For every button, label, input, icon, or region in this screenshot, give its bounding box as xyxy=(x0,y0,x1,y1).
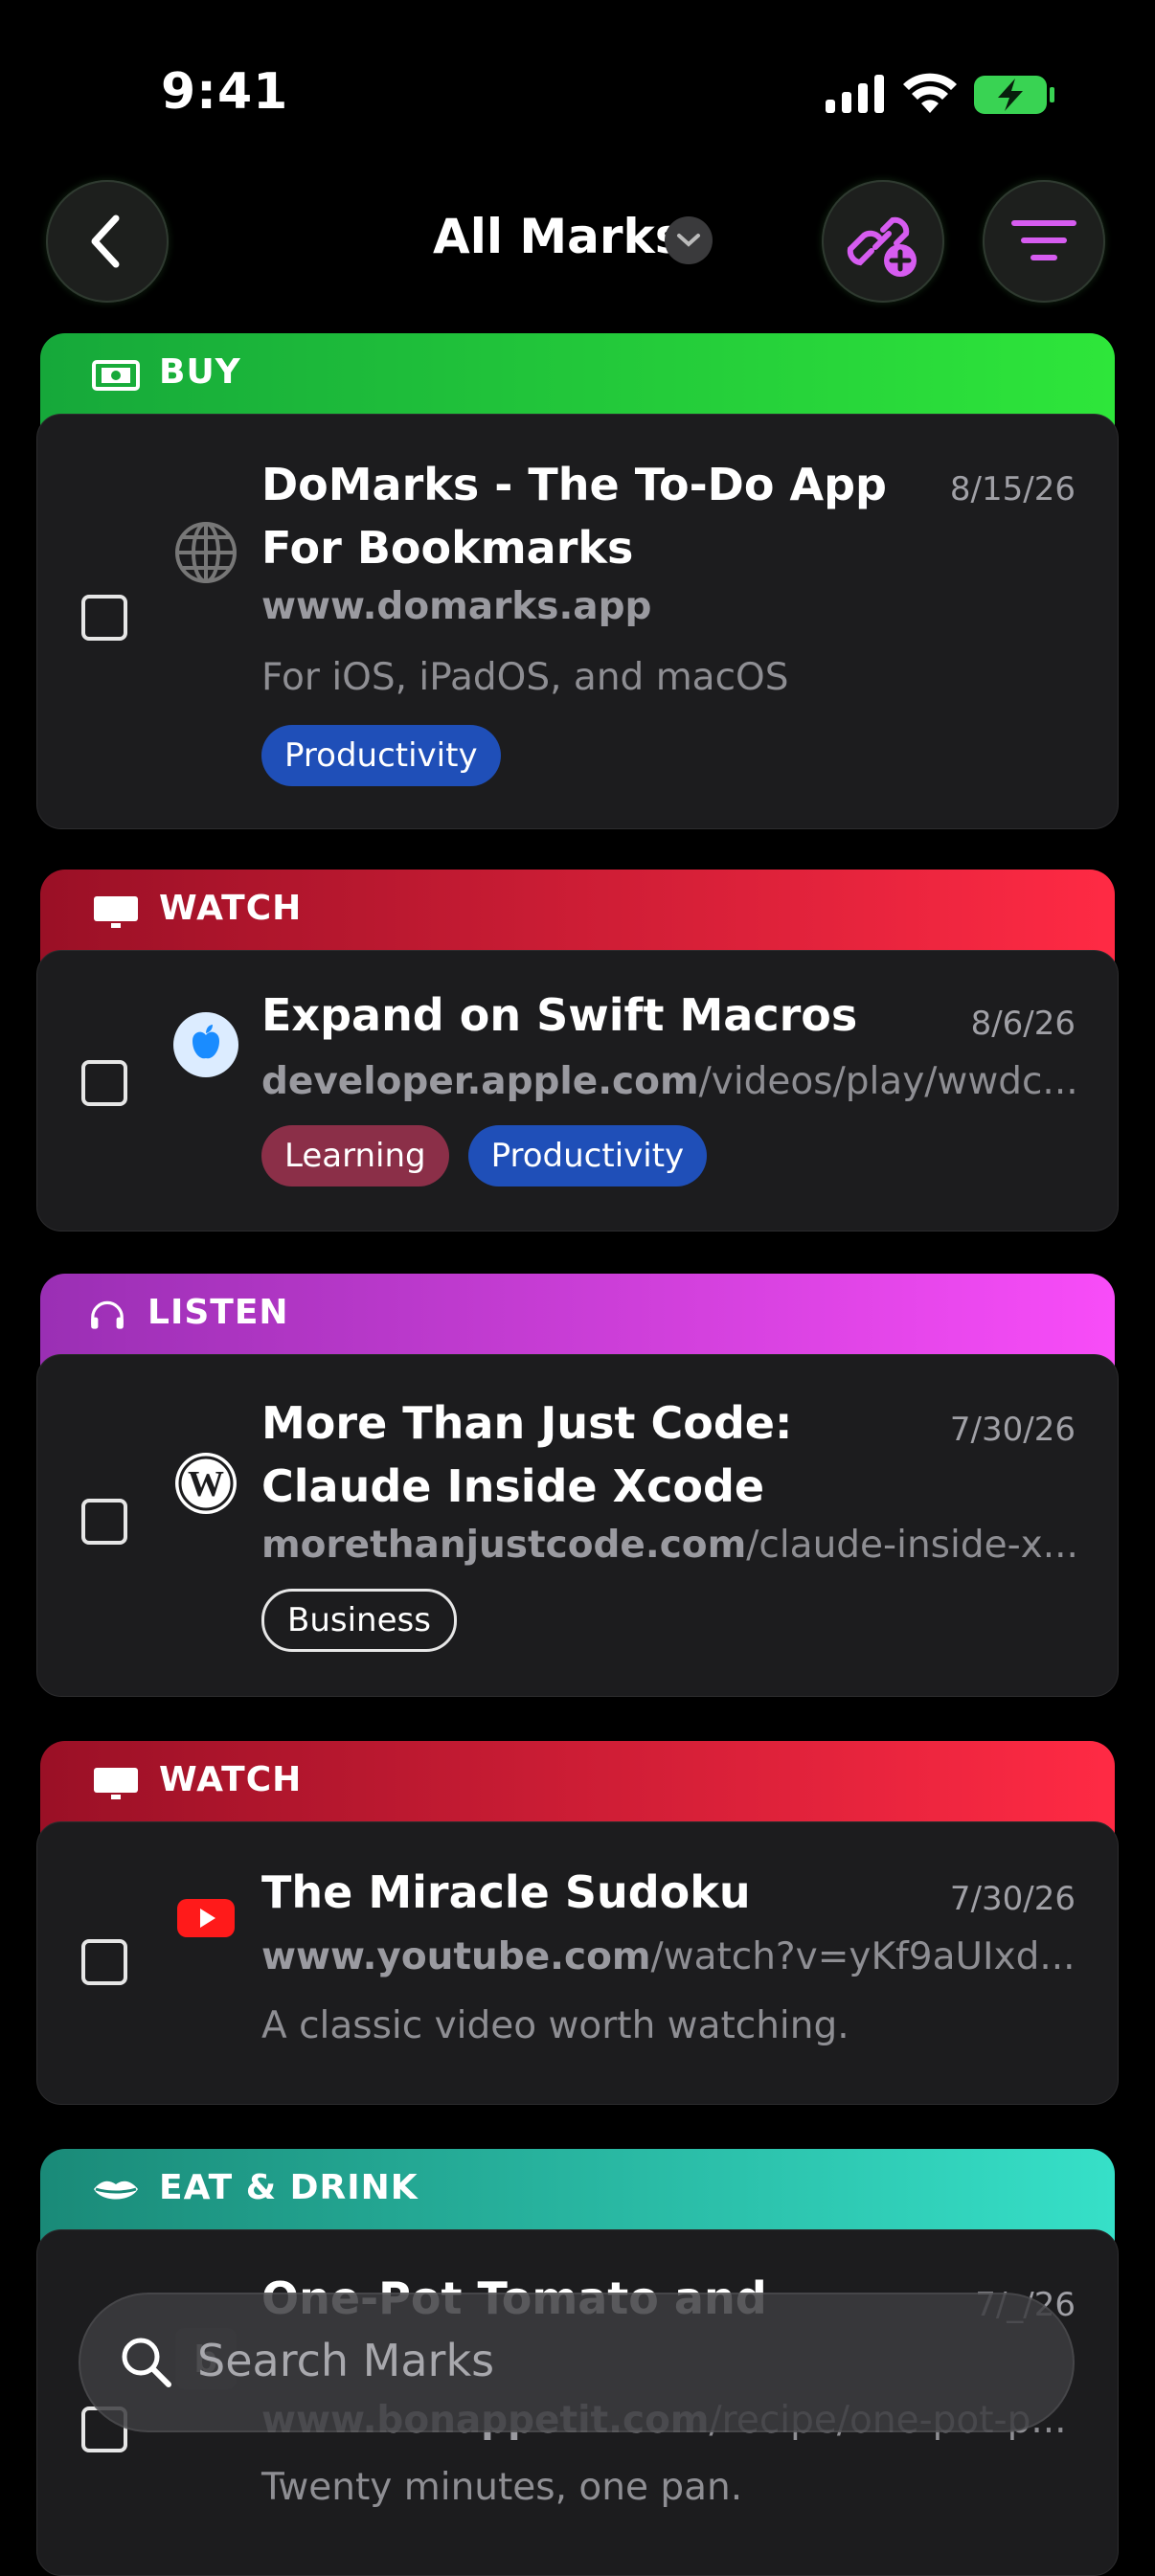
tag-list: Business xyxy=(261,1589,457,1652)
mark-date: 7/30/26 xyxy=(949,1411,1076,1449)
filter-button[interactable] xyxy=(983,180,1105,303)
mark-url[interactable]: developer.apple.com/videos/play/wwdc... xyxy=(261,1060,1118,1103)
url-path: /videos/play/wwdc... xyxy=(698,1060,1078,1103)
mark-card[interactable]: BUY DoMarks - The To-Do App For Bookmarks… xyxy=(36,333,1119,829)
url-domain: www.youtube.com xyxy=(261,1935,651,1978)
checkbox[interactable] xyxy=(81,1939,127,1985)
category-label: BUY xyxy=(159,352,241,392)
mark-date: 7/30/26 xyxy=(949,1880,1076,1918)
chevron-down-icon xyxy=(677,234,700,247)
lips-icon xyxy=(94,2181,138,2200)
mark-card[interactable]: WATCH The Miracle Sudoku 7/30/26 www.you… xyxy=(36,1741,1119,2105)
back-button[interactable] xyxy=(46,180,169,303)
mark-url[interactable]: www.domarks.app xyxy=(261,585,1123,628)
cellular-signal-icon xyxy=(826,75,884,113)
category-label: WATCH xyxy=(159,1760,303,1799)
checkbox[interactable] xyxy=(81,1060,127,1106)
url-domain: morethanjustcode.com xyxy=(261,1524,747,1567)
mark-title: The Miracle Sudoku xyxy=(261,1866,751,1918)
mark-title: Expand on Swift Macros xyxy=(261,989,858,1041)
checkbox[interactable] xyxy=(81,595,127,641)
tv-icon xyxy=(94,896,138,928)
tv-icon xyxy=(94,1768,138,1799)
checkbox[interactable] xyxy=(81,1499,127,1545)
mark-title-line: Claude Inside Xcode xyxy=(261,1460,765,1512)
mark-title-line: For Bookmarks xyxy=(261,522,634,574)
url-domain: developer.apple.com xyxy=(261,1060,699,1103)
tag-list: Learning Productivity xyxy=(261,1125,708,1186)
mark-date: 8/6/26 xyxy=(970,1005,1076,1043)
tag-productivity[interactable]: Productivity xyxy=(467,1125,708,1186)
headphones-icon xyxy=(91,1300,124,1329)
wifi-icon xyxy=(903,73,957,113)
chevron-left-icon xyxy=(91,215,120,268)
status-bar: 9:41 xyxy=(0,0,1155,182)
tag-learning[interactable]: Learning xyxy=(261,1125,449,1186)
apple-icon xyxy=(173,1012,238,1077)
url-path: /claude-inside-x... xyxy=(746,1524,1078,1567)
svg-text:W: W xyxy=(188,1464,224,1504)
mark-url[interactable]: www.youtube.com/watch?v=yKf9aUIxd... xyxy=(261,1935,1118,1978)
category-label: EAT & DRINK xyxy=(159,2168,419,2207)
mark-title: More Than Just Code: Claude Inside Xcode xyxy=(261,1391,951,1518)
url-domain: www.domarks.app xyxy=(261,585,652,628)
globe-icon xyxy=(175,522,237,583)
search-placeholder[interactable]: Search Marks xyxy=(197,2335,494,2386)
category-label: LISTEN xyxy=(147,1293,289,1332)
mark-date: 8/15/26 xyxy=(949,470,1076,508)
title-dropdown-button[interactable] xyxy=(665,216,713,264)
link-add-icon xyxy=(847,216,917,277)
mark-card[interactable]: LISTEN W More Than Just Code: Claude Insi… xyxy=(36,1274,1119,1697)
mark-title: DoMarks - The To-Do App For Bookmarks xyxy=(261,453,951,579)
battery-charging-icon xyxy=(974,76,1054,114)
category-label: WATCH xyxy=(159,889,303,928)
add-link-button[interactable] xyxy=(822,180,944,303)
wordpress-icon: W xyxy=(175,1453,237,1514)
mark-description: Twenty minutes, one pan. xyxy=(261,2466,743,2509)
youtube-icon xyxy=(177,1899,235,1937)
mark-card[interactable]: WATCH Expand on Swift Macros 8/6/26 deve… xyxy=(36,870,1119,1232)
filter-icon xyxy=(1011,220,1076,260)
page-title[interactable]: All Marks xyxy=(433,209,684,264)
mark-title-line: More Than Just Code: xyxy=(261,1397,793,1449)
search-icon xyxy=(122,2338,171,2387)
status-time: 9:41 xyxy=(161,63,289,121)
mark-title-line: DoMarks - The To-Do App xyxy=(261,459,887,510)
tag-list: Productivity xyxy=(261,725,501,786)
mark-url[interactable]: morethanjustcode.com/claude-inside-x... xyxy=(261,1524,1118,1567)
tag-business[interactable]: Business xyxy=(261,1589,457,1652)
money-icon xyxy=(92,360,140,391)
mark-description: A classic video worth watching. xyxy=(261,2004,849,2047)
tag-productivity[interactable]: Productivity xyxy=(261,725,501,786)
mark-description: For iOS, iPadOS, and macOS xyxy=(261,656,789,699)
search-bar[interactable]: Search Marks xyxy=(79,2293,1075,2432)
url-path: /watch?v=yKf9aUIxd... xyxy=(650,1935,1076,1978)
